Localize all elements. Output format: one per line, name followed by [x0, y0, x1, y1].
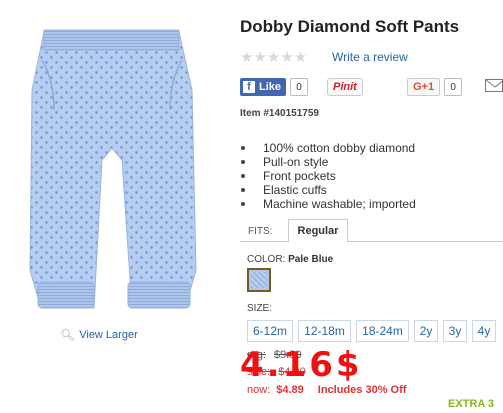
color-label: COLOR: Pale Blue — [247, 254, 333, 265]
gplus-count: 0 — [444, 78, 463, 96]
view-larger-link[interactable]: 🔍︎ View Larger — [60, 328, 138, 342]
bullet-icon — [241, 202, 245, 206]
facebook-like-button[interactable]: f Like — [240, 78, 287, 96]
magnifier-icon: 🔍︎ — [60, 328, 76, 342]
email-icon[interactable] — [485, 79, 503, 92]
fits-tabs: FITS: Regular — [240, 219, 503, 242]
tab-regular[interactable]: Regular — [288, 219, 348, 242]
feature-item: Elastic cuffs — [240, 183, 416, 197]
facebook-like-label: Like — [259, 81, 282, 93]
color-value: Pale Blue — [288, 254, 334, 265]
feature-text: Machine washable; imported — [263, 197, 416, 211]
feature-text: Elastic cuffs — [263, 183, 327, 197]
feature-text: 100% cotton dobby diamond — [263, 141, 416, 155]
price-overlay: 4.16$ — [240, 345, 363, 385]
now-price: now: $4.89 Includes 30% Off — [247, 384, 406, 396]
write-review-link[interactable]: Write a review — [332, 50, 408, 64]
bullet-icon — [241, 174, 245, 178]
color-label-text: COLOR: — [247, 254, 286, 265]
pinterest-button[interactable]: Pinit — [327, 78, 363, 96]
size-option[interactable]: 2y — [414, 320, 438, 342]
product-title: Dobby Diamond Soft Pants — [240, 17, 460, 36]
size-option[interactable]: 3y — [443, 320, 467, 342]
star-rating: ★★★★★ — [240, 49, 308, 66]
gplus-widget: G+1 0 — [407, 78, 463, 96]
feature-item: 100% cotton dobby diamond — [240, 141, 416, 155]
now-price-label: now: — [247, 384, 271, 396]
size-option[interactable]: 6-12m — [247, 320, 293, 342]
feature-text: Front pockets — [263, 169, 336, 183]
feature-text: Pull-on style — [263, 155, 329, 169]
facebook-icon: f — [243, 81, 255, 93]
bullet-icon — [241, 146, 245, 150]
feature-item: Pull-on style — [240, 155, 416, 169]
tab-divider — [348, 241, 503, 242]
extra-promo: EXTRA 3 — [448, 398, 495, 410]
facebook-like-count: 0 — [290, 78, 309, 96]
size-option[interactable]: 18-24m — [356, 320, 409, 342]
discount-note: Includes 30% Off — [317, 384, 407, 396]
gplus-button[interactable]: G+1 — [407, 78, 441, 96]
now-price-value: $4.89 — [276, 384, 304, 396]
feature-item: Machine washable; imported — [240, 197, 416, 211]
feature-list: 100% cotton dobby diamond Pull-on style … — [240, 141, 416, 211]
view-larger-label: View Larger — [79, 329, 138, 341]
feature-item: Front pockets — [240, 169, 416, 183]
size-option[interactable]: 12-18m — [298, 320, 351, 342]
bullet-icon — [241, 160, 245, 164]
size-label: SIZE: — [247, 303, 273, 314]
facebook-like-widget: f Like 0 — [240, 78, 309, 96]
bullet-icon — [241, 188, 245, 192]
fits-label: FITS: — [248, 226, 273, 237]
product-image[interactable] — [14, 20, 214, 320]
tab-divider — [240, 241, 288, 242]
color-swatch-pale-blue[interactable] — [247, 268, 271, 292]
size-option[interactable]: 4y — [472, 320, 496, 342]
item-number: Item #140151759 — [240, 108, 319, 119]
